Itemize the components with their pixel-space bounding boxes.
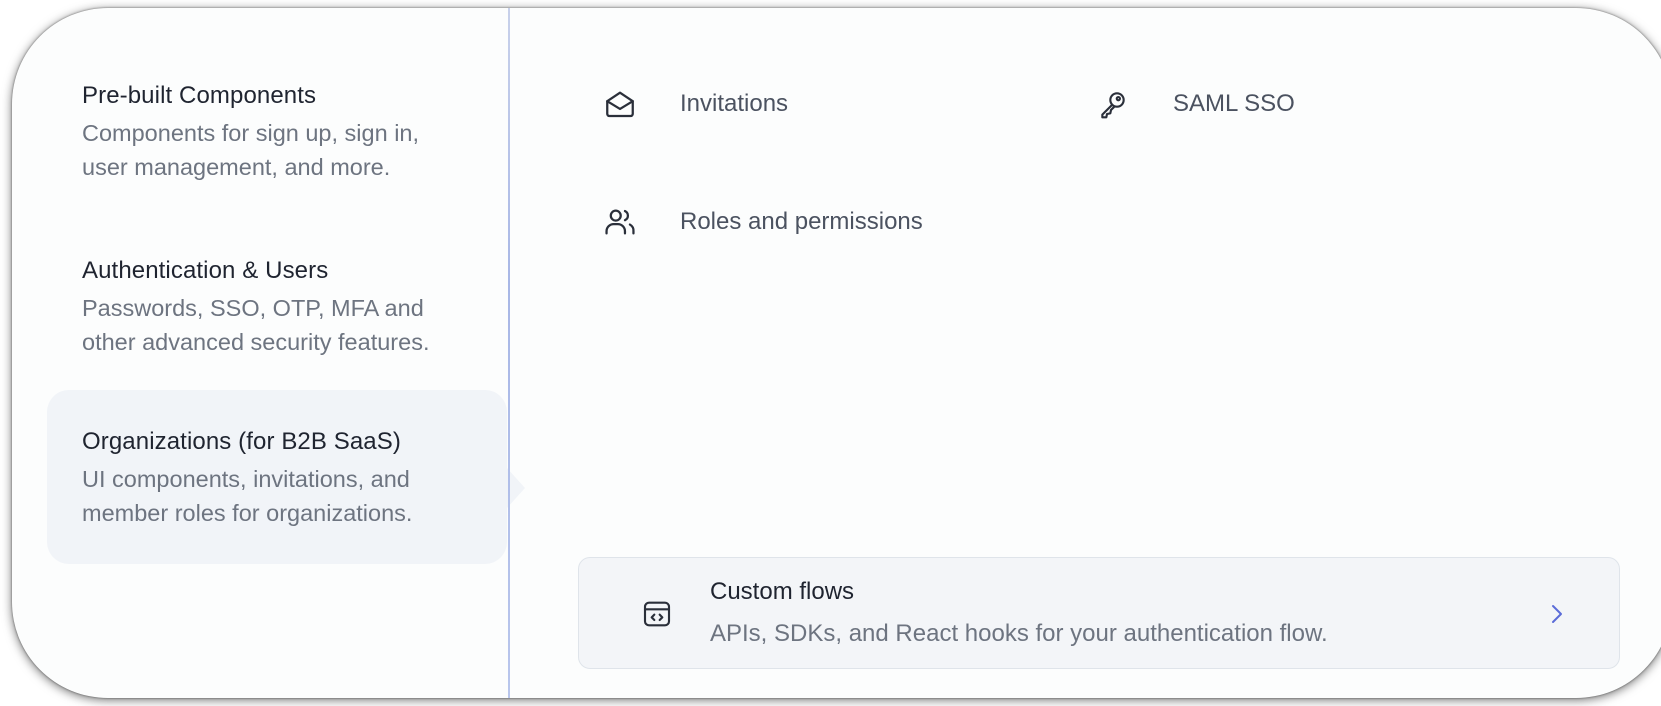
feature-link-saml-sso[interactable]: SAML SSO — [1093, 84, 1295, 124]
feature-label: Invitations — [680, 90, 789, 117]
chevron-right-icon — [1547, 602, 1567, 626]
custom-flows-description: APIs, SDKs, and React hooks for your aut… — [710, 620, 1328, 647]
nav-item-pre-built-components[interactable]: Pre-built Components Components for sign… — [47, 82, 507, 184]
nav-item-title: Pre-built Components — [82, 82, 317, 109]
nav-item-title: Organizations (for B2B SaaS) — [82, 428, 401, 455]
custom-flows-card[interactable]: Custom flows APIs, SDKs, and React hooks… — [578, 557, 1620, 669]
key-icon — [1093, 84, 1133, 124]
envelope-open-icon — [600, 84, 640, 124]
custom-flows-title: Custom flows — [710, 578, 855, 605]
nav-item-description: Components for sign up, sign in, user ma… — [82, 120, 420, 180]
menu-panel: Pre-built Components Components for sign… — [12, 8, 1661, 698]
feature-label: SAML SSO — [1173, 90, 1295, 117]
nav-item-authentication-users[interactable]: Authentication & Users Passwords, SSO, O… — [47, 257, 507, 359]
vertical-divider — [508, 8, 510, 698]
users-icon — [600, 202, 640, 242]
nav-item-description: UI components, invitations, and member r… — [82, 466, 413, 526]
nav-item-title: Authentication & Users — [82, 257, 329, 284]
code-window-icon — [641, 598, 673, 630]
nav-item-organizations[interactable]: Organizations (for B2B SaaS) UI componen… — [47, 390, 525, 564]
feature-link-roles-permissions[interactable]: Roles and permissions — [600, 202, 923, 242]
nav-item-description: Passwords, SSO, OTP, MFA and other advan… — [82, 295, 430, 355]
feature-link-invitations[interactable]: Invitations — [600, 84, 788, 124]
feature-label: Roles and permissions — [680, 208, 923, 235]
